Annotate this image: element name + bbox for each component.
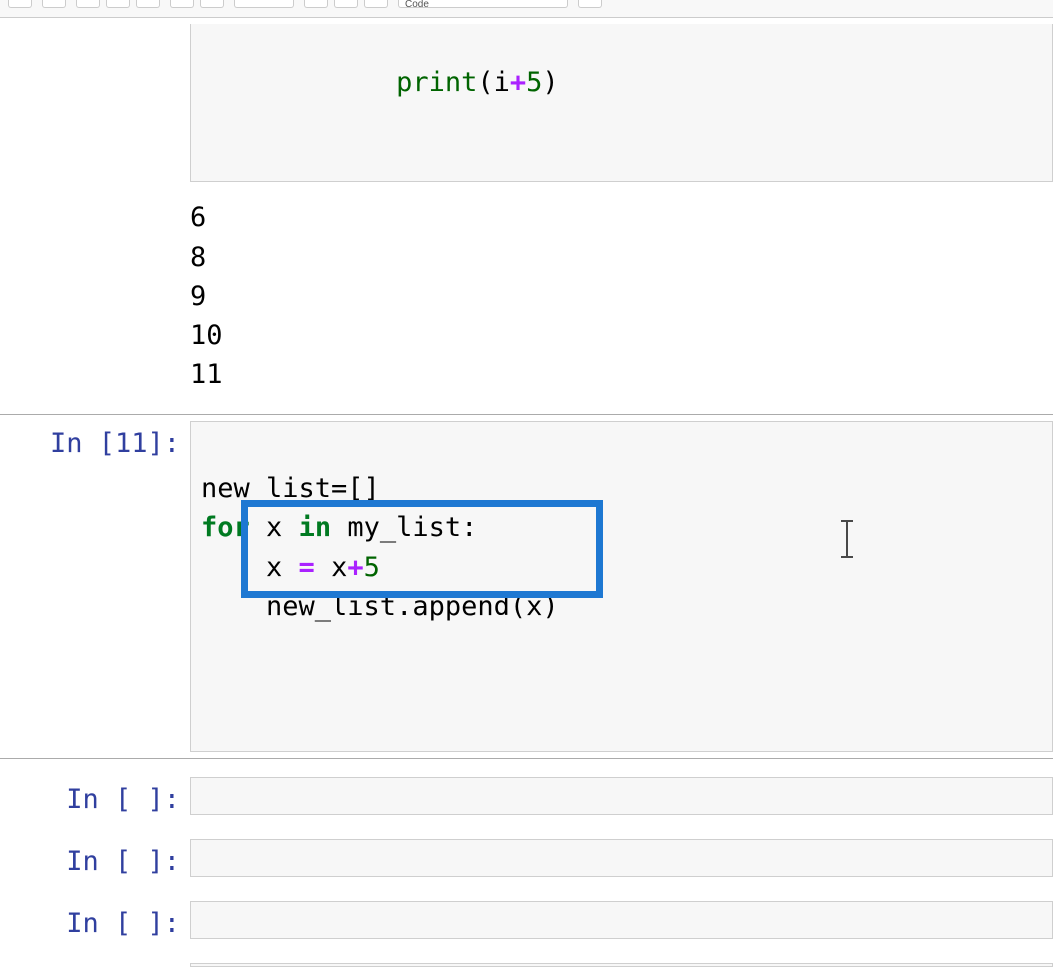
restart-run-button[interactable]	[364, 0, 388, 8]
cut-button[interactable]	[76, 0, 100, 8]
prompt-area: In [ ]:	[0, 895, 190, 943]
output-cell: 6 8 9 10 11	[0, 188, 1053, 414]
command-palette-button[interactable]	[578, 0, 602, 8]
move-up-button[interactable]	[170, 0, 194, 8]
toolbar-group-clipboard	[76, 0, 160, 8]
toolbar-group-move	[170, 0, 224, 8]
code-input-empty-1[interactable]	[190, 777, 1053, 815]
stdout-output: 6 8 9 10 11	[190, 188, 1053, 414]
save-icon[interactable]	[8, 0, 32, 8]
code-input-empty-2[interactable]	[190, 839, 1053, 877]
code-cell-peek[interactable]	[0, 957, 1053, 973]
run-button[interactable]	[234, 0, 294, 8]
toolbar-group-palette	[578, 0, 602, 8]
insert-cell-button[interactable]	[42, 0, 66, 8]
code-input-partial[interactable]: print(i+5)	[190, 24, 1053, 182]
copy-button[interactable]	[106, 0, 130, 8]
prompt-area: In [ ]:	[0, 771, 190, 819]
cell-type-select[interactable]: Code	[398, 0, 568, 8]
toolbar-group-kernel	[304, 0, 388, 8]
code-cell-empty-2[interactable]: In [ ]:	[0, 833, 1053, 883]
input-prompt: In [11]:	[50, 428, 180, 459]
notebook-toolbar: Code	[0, 0, 1053, 18]
notebook-area: print(i+5) 6 8 9 10 11 In [11]: new_list…	[0, 18, 1053, 973]
code-input-peek[interactable]	[190, 963, 1053, 967]
toolbar-group-cellops	[42, 0, 66, 8]
toolbar-group-file	[8, 0, 32, 8]
toolbar-group-run	[234, 0, 294, 8]
code-cell-partial[interactable]: print(i+5)	[0, 18, 1053, 188]
move-down-button[interactable]	[200, 0, 224, 8]
restart-button[interactable]	[334, 0, 358, 8]
code-cell-11[interactable]: In [11]: new_list=[] for x in my_list: x…	[0, 414, 1053, 759]
input-prompt: In [ ]:	[66, 908, 180, 939]
code-input-empty-3[interactable]	[190, 901, 1053, 939]
code-cell-empty-3[interactable]: In [ ]:	[0, 895, 1053, 945]
prompt-area: In [11]:	[0, 415, 190, 463]
prompt-area-output	[0, 188, 190, 198]
code-cell-empty-1[interactable]: In [ ]:	[0, 771, 1053, 821]
input-prompt: In [ ]:	[66, 784, 180, 815]
paste-button[interactable]	[136, 0, 160, 8]
input-prompt: In [ ]:	[66, 846, 180, 877]
text-cursor-icon	[846, 522, 848, 556]
prompt-area: In [ ]:	[0, 833, 190, 881]
prompt-area	[0, 957, 190, 967]
code-input-11[interactable]: new_list=[] for x in my_list: x = x+5 ne…	[190, 421, 1053, 752]
interrupt-button[interactable]	[304, 0, 328, 8]
